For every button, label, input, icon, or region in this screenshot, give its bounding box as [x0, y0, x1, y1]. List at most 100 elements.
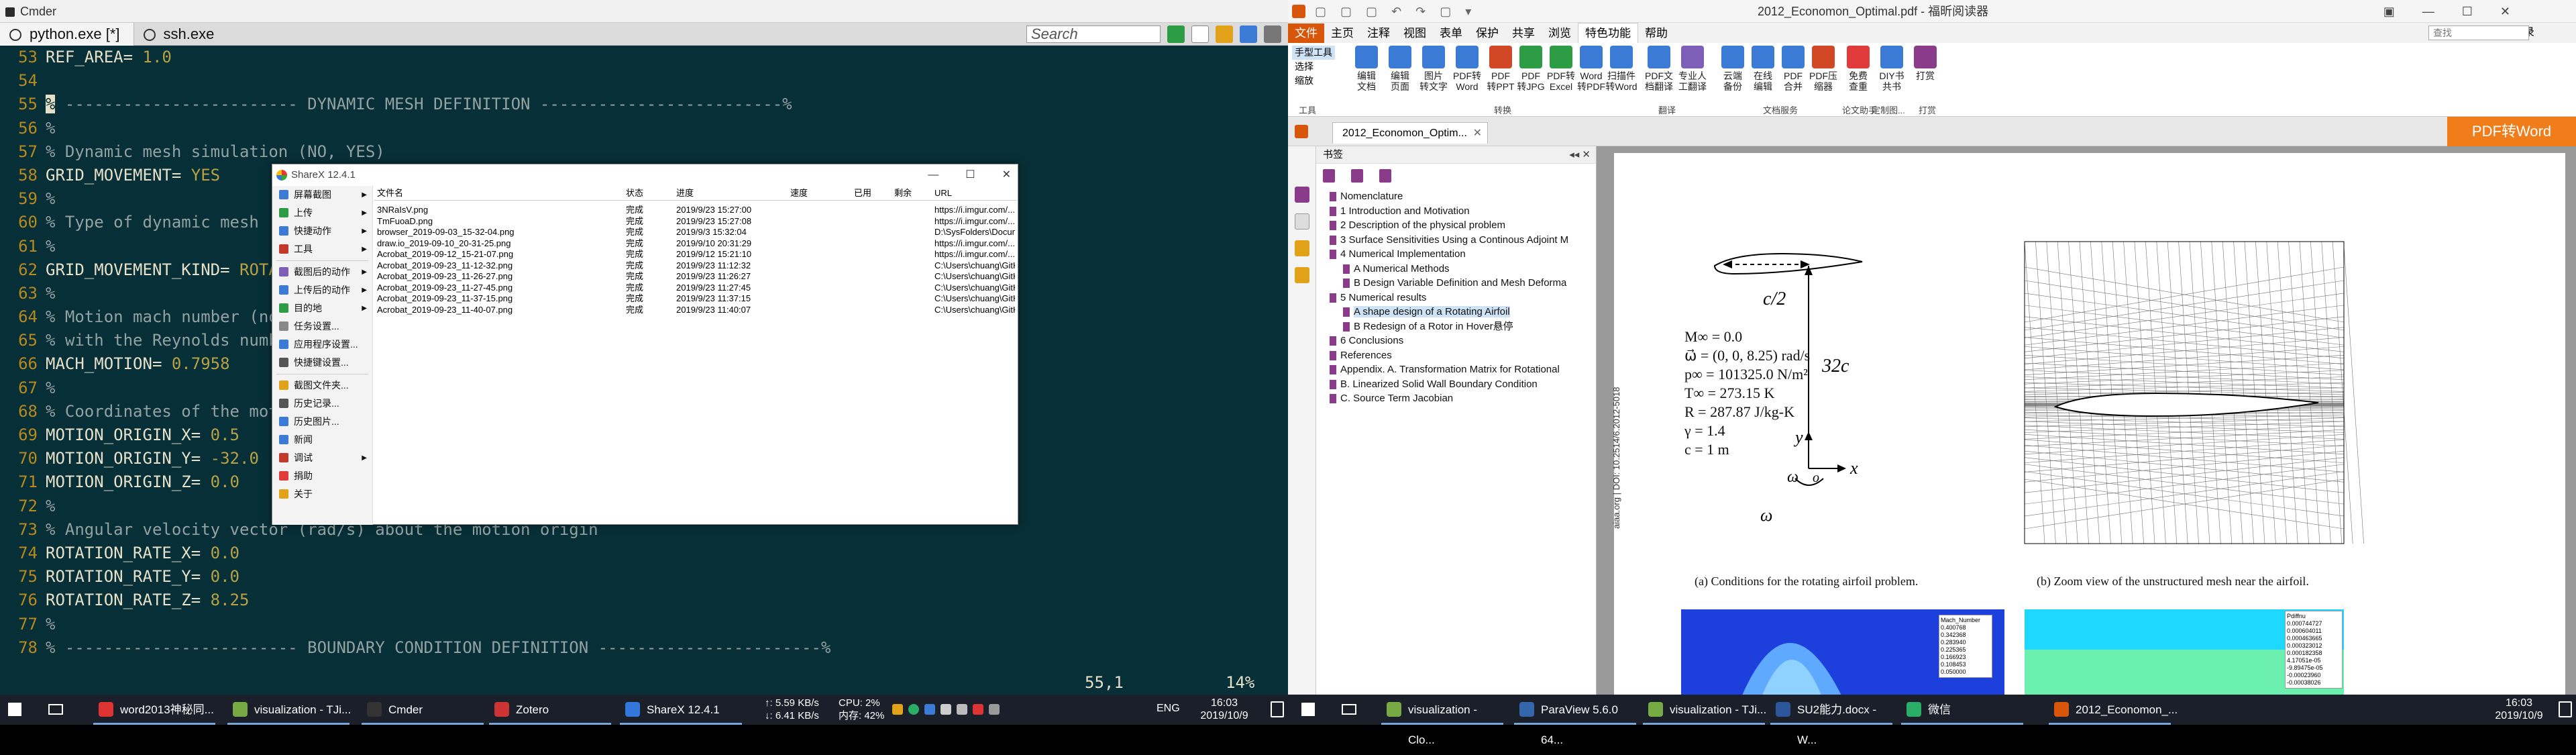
notification-icon[interactable]: [2559, 701, 2572, 717]
onedrive-icon[interactable]: [924, 704, 935, 715]
tray-app-icon[interactable]: [892, 704, 903, 715]
taskbar-app[interactable]: word2013神秘同...: [91, 695, 218, 725]
clock[interactable]: 16:032019/10/9: [1187, 697, 1261, 722]
window-controls[interactable]: ▣ — ☐ ✕: [2383, 0, 2522, 23]
delete-bookmark-icon[interactable]: [1379, 169, 1391, 183]
ribbon-button[interactable]: 打赏: [1909, 46, 1942, 81]
task-row[interactable]: Acrobat_2019-09-23_11-37-15.png完成2019/9/…: [374, 293, 1017, 305]
ribbon-button[interactable]: 编辑 文档: [1350, 46, 1383, 92]
sharex-menu-item[interactable]: 目的地▶: [272, 299, 372, 317]
taskbar-app[interactable]: ShareX 12.4.1: [617, 695, 745, 725]
column-header[interactable]: 状态: [626, 186, 676, 200]
input-language[interactable]: ENG: [1157, 703, 1180, 715]
sharex-menu-item[interactable]: 快捷动作▶: [272, 222, 372, 240]
bookmark-item[interactable]: B Redesign of a Rotor in Hover悬停: [1323, 319, 1596, 334]
taskbar-app[interactable]: visualization - TJi...: [1640, 695, 1768, 725]
menu-1[interactable]: 主页: [1324, 23, 1360, 44]
task-row[interactable]: Acrobat_2019-09-23_11-12-32.png完成2019/9/…: [374, 260, 1017, 272]
zoom-tool[interactable]: 缩放: [1292, 74, 1335, 88]
sharex-menu-item[interactable]: 截图后的动作▶: [272, 263, 372, 281]
task-view-button[interactable]: [48, 695, 75, 725]
task-view-button-right[interactable]: [1342, 695, 1368, 725]
sharex-menu-item[interactable]: 任务设置...: [272, 317, 372, 336]
wechat-tray-icon[interactable]: [908, 704, 919, 715]
bookmark-panel-icon[interactable]: [1295, 187, 1309, 203]
sharex-menu-item[interactable]: 截图文件夹...: [272, 376, 372, 395]
bookmark-item[interactable]: Nomenclature: [1323, 189, 1596, 204]
close-tab-icon[interactable]: ✕: [1473, 123, 1482, 144]
column-header[interactable]: 进度: [676, 186, 790, 200]
ribbon-button[interactable]: 专业人 工翻译: [1676, 46, 1709, 92]
select-tool[interactable]: 选择: [1292, 60, 1335, 74]
bookmark-item[interactable]: 5 Numerical results: [1323, 291, 1596, 305]
sharex-menu-item[interactable]: 快捷键设置...: [272, 354, 372, 372]
menu-5[interactable]: 保护: [1469, 23, 1505, 44]
task-row[interactable]: draw.io_2019-09-10_20-31-25.png完成2019/9/…: [374, 238, 1017, 250]
menu-6[interactable]: 共享: [1505, 23, 1542, 44]
menu-icon[interactable]: [1264, 26, 1281, 43]
bookmark-item[interactable]: B Design Variable Definition and Mesh De…: [1323, 276, 1596, 291]
bookmark-item[interactable]: 3 Surface Sensitivities Using a Continou…: [1323, 233, 1596, 248]
notification-icon[interactable]: [1271, 701, 1284, 717]
document-tab[interactable]: 2012_Economon_Optim...✕: [1332, 122, 1488, 144]
sharex-menu-item[interactable]: 新闻: [272, 431, 372, 449]
ribbon-button[interactable]: PDF 合并: [1776, 46, 1810, 92]
collapse-panel-icon[interactable]: ◂◂ ✕: [1569, 146, 1591, 164]
attachment-panel-icon[interactable]: [1295, 267, 1309, 283]
bookmark-item[interactable]: B. Linearized Solid Wall Boundary Condit…: [1323, 377, 1596, 392]
ribbon-button[interactable]: DIY书 共书: [1875, 46, 1909, 92]
sharex-menu-item[interactable]: 历史记录...: [272, 395, 372, 413]
taskbar-app[interactable]: visualization - Clo...: [1379, 695, 1506, 725]
ribbon-button[interactable]: Word 转PDF: [1574, 46, 1608, 92]
pdf-search-input[interactable]: 查找: [2428, 26, 2529, 40]
bookmark-item[interactable]: 4 Numerical Implementation: [1323, 247, 1596, 262]
ribbon-button[interactable]: PDF 转JPG: [1514, 46, 1548, 92]
menu-7[interactable]: 浏览: [1542, 23, 1578, 44]
ribbon-button[interactable]: PDF文 档翻译: [1642, 46, 1676, 92]
sharex-menu-item[interactable]: 调试▶: [272, 449, 372, 467]
taskbar-app[interactable]: 2012_Economon_...: [2046, 695, 2174, 725]
taskbar-app[interactable]: visualization - TJi...: [225, 695, 352, 725]
taskbar-app[interactable]: Zotero: [486, 695, 614, 725]
antivirus-icon[interactable]: [973, 704, 983, 715]
page-thumbnail-icon[interactable]: [1295, 213, 1309, 230]
close-icon[interactable]: ✕: [1002, 164, 1011, 186]
tab-ssh[interactable]: ssh.exe: [134, 23, 228, 46]
sharex-menu-item[interactable]: 工具▶: [272, 240, 372, 258]
ribbon-button[interactable]: 扫描件 转Word: [1605, 46, 1638, 92]
ribbon-button[interactable]: PDF转 Excel: [1544, 46, 1578, 92]
menu-3[interactable]: 视图: [1397, 23, 1433, 44]
task-row[interactable]: browser_2019-09-03_15-32-04.png完成2019/9/…: [374, 227, 1017, 238]
lock-icon[interactable]: [1216, 26, 1233, 43]
bookmark-item[interactable]: A shape design of a Rotating Airfoil: [1323, 305, 1596, 319]
sharex-menu-item[interactable]: 上传后的动作▶: [272, 281, 372, 299]
ribbon-button[interactable]: 编辑 页面: [1383, 46, 1417, 92]
document-viewer[interactable]: aiaa.org | DOI: 10.2514/6.2012-5018 c/2 …: [1597, 146, 2576, 695]
start-page-icon[interactable]: [1295, 125, 1308, 138]
comment-panel-icon[interactable]: [1295, 240, 1309, 256]
ribbon-button[interactable]: 免费 查重: [1841, 46, 1875, 92]
task-row[interactable]: TmFuoaD.png完成2019/9/23 15:27:08https://i…: [374, 216, 1017, 228]
new-tab-icon[interactable]: [1167, 26, 1185, 43]
hand-tool[interactable]: 手型工具: [1292, 46, 1335, 60]
ribbon-button[interactable]: 在线 编辑: [1746, 46, 1780, 92]
column-header[interactable]: 剩余: [894, 186, 934, 200]
menu-9[interactable]: 帮助: [1638, 23, 1674, 44]
task-row[interactable]: Acrobat_2019-09-23_11-40-07.png完成2019/9/…: [374, 305, 1017, 316]
task-row[interactable]: Acrobat_2019-09-12_15-21-07.png完成2019/9/…: [374, 249, 1017, 260]
bookmark-item[interactable]: 1 Introduction and Motivation: [1323, 204, 1596, 219]
start-button-right[interactable]: [1301, 695, 1328, 725]
ribbon-button[interactable]: PDF 转PPT: [1484, 46, 1517, 92]
minimize-icon[interactable]: —: [928, 164, 938, 186]
bookmark-item[interactable]: 6 Conclusions: [1323, 334, 1596, 348]
ribbon-button[interactable]: PDF压 缩器: [1807, 46, 1840, 92]
menu-2[interactable]: 注释: [1360, 23, 1397, 44]
column-header[interactable]: URL: [934, 186, 1015, 200]
battery-icon[interactable]: [989, 704, 1000, 715]
sharex-menu-item[interactable]: 应用程序设置...: [272, 336, 372, 354]
cmder-search-input[interactable]: Search: [1026, 26, 1161, 43]
bookmark-item[interactable]: References: [1323, 348, 1596, 363]
bookmark-item[interactable]: A Numerical Methods: [1323, 262, 1596, 276]
pdf-to-word-button[interactable]: PDF转Word: [2447, 117, 2576, 146]
sharex-menu-item[interactable]: 历史图片...: [272, 413, 372, 431]
